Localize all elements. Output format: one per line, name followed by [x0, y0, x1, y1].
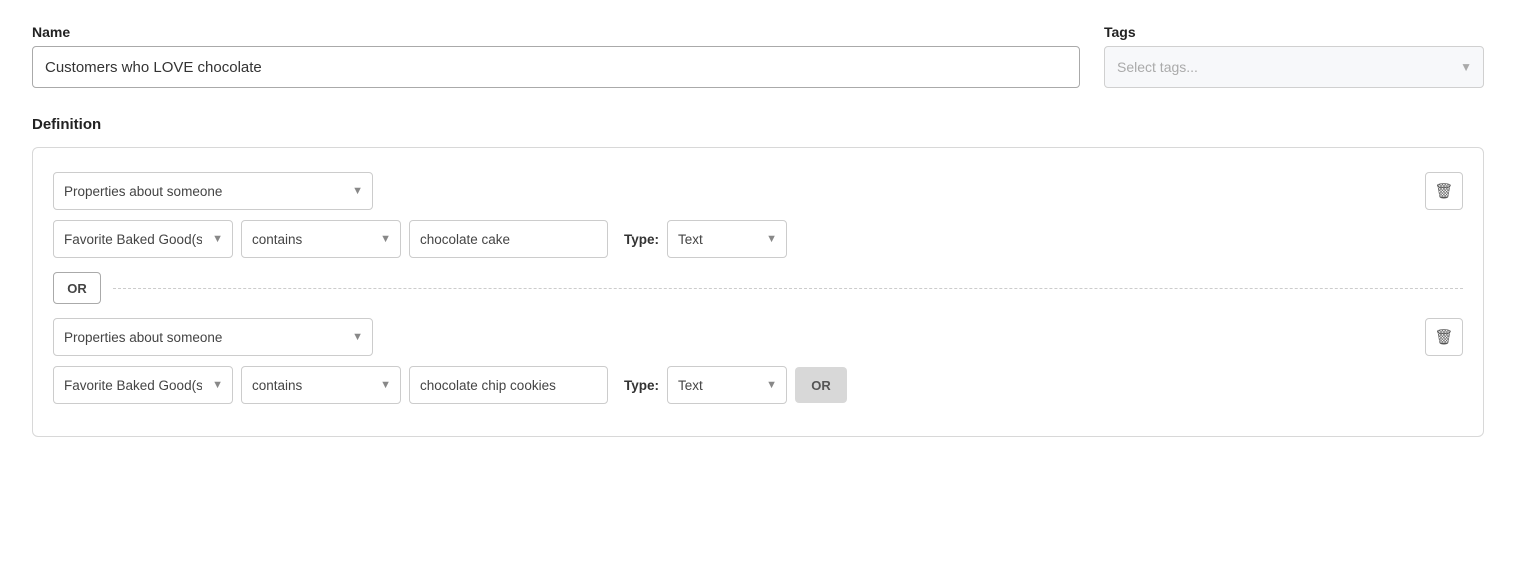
operator-select-2[interactable]: contains	[241, 366, 401, 404]
condition-group-1: Properties about someone ▼ 🗑 Favorite Ba…	[53, 172, 1463, 258]
properties-select-wrapper-2: Properties about someone ▼	[53, 318, 373, 356]
properties-select-1[interactable]: Properties about someone	[53, 172, 373, 210]
delete-group-2-button[interactable]: 🗑	[1425, 318, 1463, 356]
type-select-wrapper-2: Text ▼	[667, 366, 787, 404]
condition-row-1-top: Properties about someone ▼ 🗑	[53, 172, 1463, 210]
name-section: Name	[32, 24, 1080, 88]
delete-group-1-button[interactable]: 🗑	[1425, 172, 1463, 210]
tags-label: Tags	[1104, 24, 1484, 40]
operator-select-1[interactable]: contains	[241, 220, 401, 258]
properties-select-2[interactable]: Properties about someone	[53, 318, 373, 356]
condition-row-1-bottom: Favorite Baked Good(s) ▼ contains ▼ Type…	[53, 220, 1463, 258]
field-select-1[interactable]: Favorite Baked Good(s)	[53, 220, 233, 258]
or-button[interactable]: OR	[53, 272, 101, 304]
type-label-2: Type:	[624, 378, 659, 393]
tags-section: Tags Select tags... ▼	[1104, 24, 1484, 88]
or-end-button[interactable]: OR	[795, 367, 847, 403]
trash-icon-1: 🗑	[1434, 182, 1453, 200]
top-row: Name Tags Select tags... ▼	[32, 24, 1484, 88]
tags-select[interactable]: Select tags...	[1104, 46, 1484, 88]
condition-group-2: Properties about someone ▼ 🗑 Favorite Ba…	[53, 318, 1463, 404]
name-input[interactable]	[32, 46, 1080, 88]
or-line	[113, 288, 1463, 289]
field-select-wrapper-2: Favorite Baked Good(s) ▼	[53, 366, 233, 404]
condition-row-2-bottom: Favorite Baked Good(s) ▼ contains ▼ Type…	[53, 366, 1463, 404]
field-select-2[interactable]: Favorite Baked Good(s)	[53, 366, 233, 404]
operator-select-wrapper-2: contains ▼	[241, 366, 401, 404]
type-select-wrapper-1: Text ▼	[667, 220, 787, 258]
type-select-2[interactable]: Text	[667, 366, 787, 404]
condition-row-2-top: Properties about someone ▼ 🗑	[53, 318, 1463, 356]
operator-select-wrapper-1: contains ▼	[241, 220, 401, 258]
value-input-2[interactable]	[409, 366, 608, 404]
type-label-1: Type:	[624, 232, 659, 247]
field-select-wrapper-1: Favorite Baked Good(s) ▼	[53, 220, 233, 258]
definition-box: Properties about someone ▼ 🗑 Favorite Ba…	[32, 147, 1484, 437]
value-input-1[interactable]	[409, 220, 608, 258]
properties-select-wrapper-1: Properties about someone ▼	[53, 172, 373, 210]
definition-section: Definition Properties about someone ▼ 🗑	[32, 116, 1484, 437]
or-divider: OR	[53, 272, 1463, 304]
name-label: Name	[32, 24, 1080, 40]
definition-title: Definition	[32, 116, 1484, 133]
tags-wrapper: Select tags... ▼	[1104, 46, 1484, 88]
trash-icon-2: 🗑	[1434, 328, 1453, 346]
type-select-1[interactable]: Text	[667, 220, 787, 258]
